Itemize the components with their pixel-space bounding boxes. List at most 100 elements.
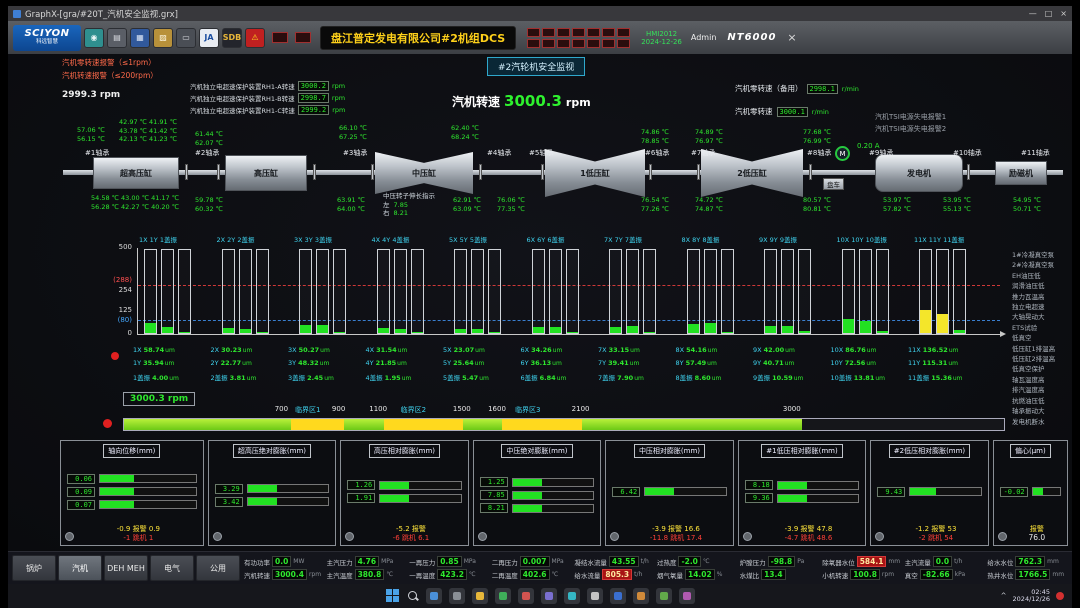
alarm-indicator[interactable] [542,39,555,48]
vibration-column-labels: 4X 4Y 4盖振 [372,234,410,244]
vibration-bar [411,249,424,334]
vibration-point-label: 3盖振 [288,374,305,382]
telemetry-bar: 锅炉汽机DEH MEH电气公用 有功功率0.0MW主汽压力4.76MPa一再压力… [8,551,1072,584]
taskbar-app-icon[interactable] [656,588,672,604]
gauge-fill [645,488,674,495]
alarm-indicator[interactable] [617,28,630,37]
toolbar-close-icon[interactable]: × [787,31,796,44]
extra-value: 76.0 [1011,534,1063,543]
printer-icon[interactable]: ▤ [107,28,127,48]
status-dot-icon [998,532,1007,541]
vibration-value-table: 1X58.74um1Y35.94um1盖振4.00um2X30.23um2Y22… [95,346,1020,388]
vibration-bar-fill [937,314,948,333]
nav-button-公用[interactable]: 公用 [196,555,240,581]
panel-value: -0.02 [1000,487,1028,497]
nav-button-电气[interactable]: 电气 [150,555,194,581]
vibration-bar [936,249,949,334]
speed-ramp: 3000.3 rpm 临界区1临界区2临界区370090011001500160… [95,392,1020,436]
alarm-indicator[interactable] [572,28,585,37]
bearing-temps: 74.86 ℃78.85 ℃ [641,128,669,145]
expansion-panel: 高压相对膨胀(mm)1.261.91-5.2 报警-6 跳机 6.1 [340,440,469,546]
taskbar-app-icon[interactable] [679,588,695,604]
temperature-value: 60.32 ℃ [195,205,223,214]
nav-button-锅炉[interactable]: 锅炉 [12,555,56,581]
panel-footer [474,532,601,545]
taskbar-app-icon[interactable] [633,588,649,604]
y-tick-500: 500 [95,243,132,251]
chart-icon[interactable]: ▦ [130,28,150,48]
cylinder: 高压缸 [225,155,307,191]
taskbar-app-icon[interactable] [495,588,511,604]
vibration-unit: um [397,360,407,367]
close-icon[interactable]: × [1060,9,1067,18]
taskbar-app-icon[interactable] [518,588,534,604]
expansion-panel: 中压相对膨胀(mm)6.42-3.9 报警 16.6-11.8 跳机 17.4 [605,440,734,546]
temperature-value: 78.85 ℃ [641,137,669,146]
tray-chevron-icon[interactable]: ^ [1001,592,1007,600]
alarm-indicator[interactable] [572,39,585,48]
temperature-value: 76.54 ℃ [641,196,669,205]
bearing-temps: 54.58 ℃ 43.00 ℃ 41.17 ℃56.28 ℃ 42.27 ℃ 4… [91,194,179,211]
alarm-indicator[interactable] [557,39,570,48]
panel-title: 偏心(μm) [1010,444,1051,458]
folder-icon[interactable]: ▨ [153,28,173,48]
minimize-icon[interactable]: — [1029,9,1037,18]
notification-badge[interactable] [1056,592,1064,600]
cd-icon[interactable]: ◉ [84,28,104,48]
taskbar-app-icon[interactable] [564,588,580,604]
alarm-indicator[interactable] [602,39,615,48]
overspeed-label: 汽机独立电超速保护装置RH1-A转速 [190,81,295,91]
panel-body: 6.42 [606,458,733,525]
telemetry-unit: MPa [464,558,476,565]
vibration-bar [781,249,794,334]
vibration-point-value: 72.56 [845,359,866,367]
taskbar-app-icon[interactable] [472,588,488,604]
temperature-value: 62.91 ℃ [453,196,481,205]
telemetry-item: 除氧器水位584.1mm [822,556,903,567]
alarm-indicator[interactable] [272,32,288,43]
temperature-value: 64.00 ℃ [337,205,365,214]
overspeed-unit: rpm [332,94,345,102]
vibration-bar [764,249,777,334]
vibration-bar-fill [954,330,965,333]
cylinder: 2低压缸 [701,149,803,197]
alarm-indicator[interactable] [602,28,615,37]
temperature-value: 59.78 ℃ [195,196,223,205]
taskbar-app-icon[interactable] [587,588,603,604]
alarm-indicator[interactable] [557,28,570,37]
taskbar-app-icon[interactable] [610,588,626,604]
alarm-indicator[interactable] [527,39,540,48]
sdb-logo-icon[interactable]: SDB [222,28,242,48]
status-dot-icon [65,532,74,541]
alarm-bell-icon[interactable]: ⚠ [245,28,265,48]
bearing-label: #2轴承 [195,148,219,158]
nav-button-DEH MEH[interactable]: DEH MEH [104,555,148,581]
panel-limits: -1.2 报警 53-2 跳机 54 [888,525,983,542]
telemetry-item: 热井水位1766.5mm [987,569,1068,580]
alarm-indicator[interactable] [587,39,600,48]
telemetry-label: 过热度 [657,557,677,567]
temperature-value: 76.97 ℃ [695,137,723,146]
windows-start-icon[interactable] [386,589,400,603]
alarm-indicator[interactable] [295,32,311,43]
vibration-bar [953,249,966,334]
taskbar-clock[interactable]: 02:45 2024/12/26 [1013,589,1050,604]
alarm-indicator[interactable] [542,28,555,37]
alarm-indicator[interactable] [527,28,540,37]
taskbar-app-icon[interactable] [449,588,465,604]
monitor-icon[interactable]: ▭ [176,28,196,48]
vibration-bar-fill [610,327,621,333]
user-name: Admin [691,33,717,42]
ja-logo-icon[interactable]: JA [199,28,219,48]
alarm-indicator[interactable] [617,39,630,48]
vibration-bar [919,249,932,334]
nav-button-汽机[interactable]: 汽机 [58,555,102,581]
maximize-icon[interactable]: □ [1045,9,1053,18]
shaft-coupling-icon [967,164,970,180]
taskbar-app-icon[interactable] [426,588,442,604]
taskbar-app-icon[interactable] [541,588,557,604]
alarm-indicator[interactable] [587,28,600,37]
search-icon[interactable] [407,590,419,602]
vibration-bar [222,249,235,334]
overspeed-value: 2999.2 [298,105,329,115]
